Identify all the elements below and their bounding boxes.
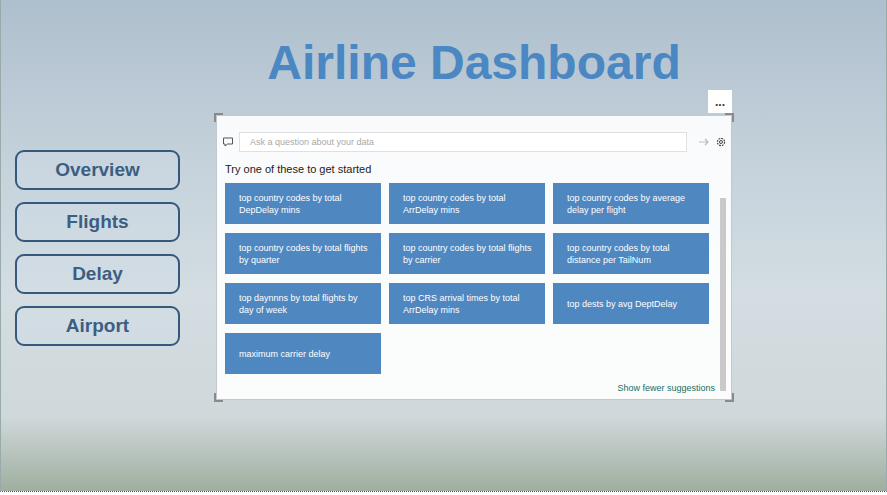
scrollbar-thumb[interactable]: [720, 198, 726, 391]
question-input[interactable]: [239, 132, 687, 152]
nav-menu: Overview Flights Delay Airport: [15, 150, 180, 400]
suggestion-button[interactable]: top country codes by total distance per …: [553, 233, 709, 274]
dashboard-title: Airline Dashboard: [216, 36, 732, 90]
dashboard-page: Overview Flights Delay Airport Airline Dashb…: [0, 0, 887, 492]
suggestion-grid: top country codes by total DepDelay mins…: [225, 183, 717, 374]
prompt-text: Try one of these to get started: [225, 163, 717, 175]
nav-button[interactable]: Overview: [15, 150, 180, 190]
suggestion-button[interactable]: top CRS arrival times by total ArrDelay …: [389, 283, 545, 324]
qna-visual: Try one of these to get started top count…: [216, 115, 732, 400]
suggestion-button[interactable]: top country codes by total flights by qu…: [225, 233, 381, 274]
more-options-button[interactable]: ...: [708, 90, 732, 113]
suggestion-button[interactable]: top dests by avg DeptDelay: [553, 283, 709, 324]
send-icon[interactable]: [698, 136, 710, 148]
gear-icon[interactable]: [715, 136, 727, 148]
main-column: Airline Dashboard...Try one of these to …: [216, 36, 732, 400]
nav-button[interactable]: Airport: [15, 306, 180, 346]
corner-handle: [725, 393, 734, 402]
corner-handle: [725, 113, 734, 122]
scrollbar[interactable]: [720, 198, 726, 391]
corner-handle: [214, 393, 223, 402]
nav-button[interactable]: Flights: [15, 202, 180, 242]
corner-handle: [214, 113, 223, 122]
show-fewer-link[interactable]: Show fewer suggestions: [617, 383, 715, 393]
suggestion-button[interactable]: top country codes by total flights by ca…: [389, 233, 545, 274]
nav-button[interactable]: Delay: [15, 254, 180, 294]
suggestion-button[interactable]: top country codes by total ArrDelay mins: [389, 183, 545, 224]
suggestion-button[interactable]: top country codes by total DepDelay mins: [225, 183, 381, 224]
suggestion-button[interactable]: top daynnns by total flights by day of w…: [225, 283, 381, 324]
suggestion-button[interactable]: top country codes by average delay per f…: [553, 183, 709, 224]
suggestion-button[interactable]: maximum carrier delay: [225, 333, 381, 374]
question-bar: [217, 116, 731, 152]
chat-icon: [222, 136, 234, 148]
